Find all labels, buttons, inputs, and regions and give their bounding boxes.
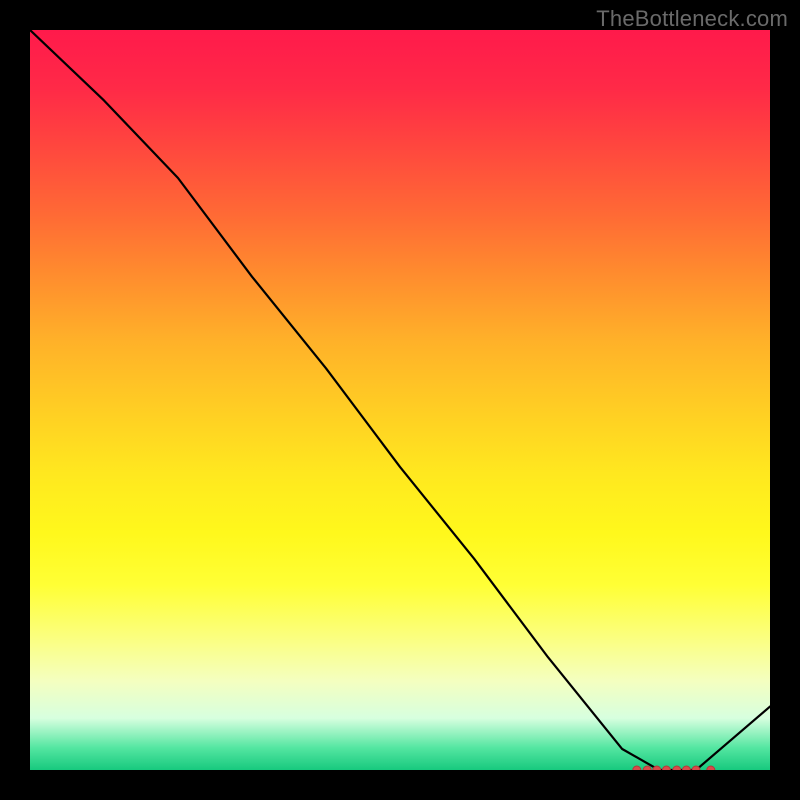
minimum-marker [653, 766, 661, 770]
plot-area [30, 30, 770, 770]
chart-svg [30, 30, 770, 770]
minimum-marker [682, 766, 690, 770]
bottleneck-curve [30, 30, 770, 770]
minimum-marker [707, 766, 715, 770]
minimum-marker [662, 766, 670, 770]
minimum-marker [633, 766, 641, 770]
watermark-text: TheBottleneck.com [596, 6, 788, 32]
minimum-marker-group [633, 766, 715, 770]
minimum-marker [643, 766, 651, 770]
minimum-marker [692, 766, 700, 770]
chart-frame: TheBottleneck.com [0, 0, 800, 800]
minimum-marker [673, 766, 681, 770]
